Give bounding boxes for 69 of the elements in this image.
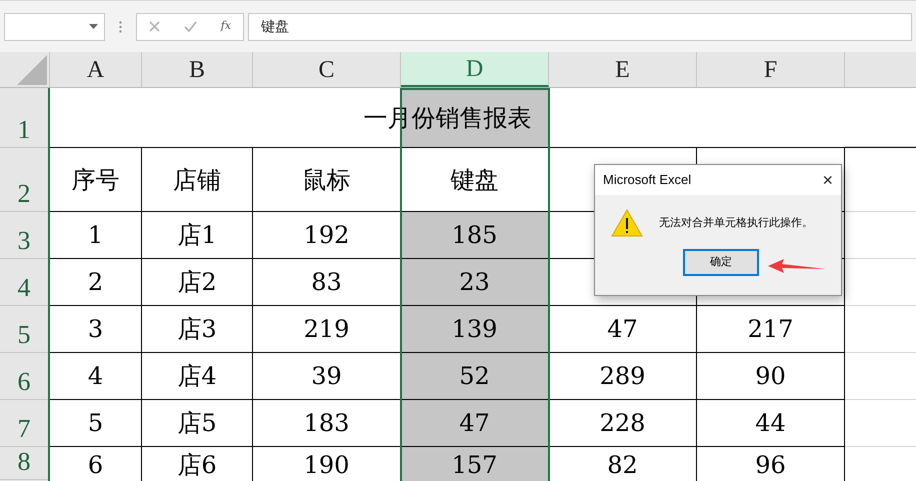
table-cell-text: 157 [452, 450, 498, 481]
arrow-annotation [768, 258, 826, 274]
selected-cell[interactable]: 23 [401, 259, 549, 306]
selected-cell[interactable]: 47 [401, 400, 549, 447]
table-cell-text: 店4 [177, 361, 217, 392]
formula-field[interactable]: 键盘 [248, 12, 912, 40]
table-cell-text: 5 [88, 408, 104, 439]
selected-cell[interactable]: 52 [401, 353, 549, 400]
table-cell-text: 店3 [177, 314, 217, 345]
close-button[interactable]: × [822, 171, 833, 189]
table-cell-text: 183 [304, 408, 350, 439]
function-button[interactable]: fx [220, 18, 232, 35]
table-cell-text: 店2 [177, 267, 217, 298]
table-cell-text: 店1 [177, 220, 217, 251]
table-cell-text: 90 [755, 361, 786, 392]
ok-button[interactable]: 确定 [683, 249, 759, 276]
dialog-message: 无法对合并单元格执行此操作。 [659, 216, 813, 231]
row-header[interactable]: 7 [18, 414, 30, 444]
table-cell-text: 店6 [177, 450, 217, 481]
dropdown-icon [89, 24, 98, 29]
column-header[interactable]: D [401, 52, 549, 87]
check-icon[interactable] [184, 21, 197, 32]
dialog-title: Microsoft Excel [603, 171, 692, 190]
table-cell-text: 289 [600, 361, 646, 392]
selected-cell[interactable]: 185 [401, 212, 549, 259]
table-cell-text: 96 [755, 450, 786, 481]
table-cell-text: 217 [748, 314, 794, 345]
column-header[interactable]: A [50, 52, 142, 87]
table-cell-text: 219 [304, 314, 350, 345]
row-header[interactable]: 6 [18, 367, 30, 397]
grip-icon [119, 20, 122, 32]
table-cell-text: 3 [88, 314, 104, 345]
cancel-icon[interactable] [148, 21, 160, 32]
table-cell-text: 228 [600, 408, 646, 439]
selected-cell[interactable]: 157 [401, 447, 549, 481]
table-cell-text: 键盘 [450, 164, 498, 196]
table-cell-text: 83 [311, 267, 342, 298]
row-header[interactable]: 3 [18, 226, 30, 256]
warning-icon [611, 209, 643, 237]
table-cell-text: 82 [607, 450, 638, 481]
table-cell-text: 44 [755, 408, 786, 439]
table-cell-text: 1 [88, 220, 104, 251]
table-cell-text: 店铺 [173, 164, 221, 196]
table-cell-text: 店5 [177, 408, 217, 439]
table-cell-text: 4 [88, 361, 104, 392]
table-cell-text: 2 [88, 267, 104, 298]
row-header[interactable]: 1 [18, 115, 30, 145]
table-cell-text: 鼠标 [302, 164, 350, 196]
selected-cell[interactable]: 139 [401, 306, 549, 353]
table-cell-text: 52 [459, 361, 490, 392]
column-header[interactable]: F [697, 52, 845, 87]
table-cell-text: 185 [452, 220, 498, 251]
select-all-icon[interactable] [17, 55, 47, 85]
row-header[interactable]: 4 [18, 273, 30, 303]
table-cell-text: 23 [459, 267, 490, 298]
table-cell-text: 47 [607, 314, 638, 345]
table-cell-text: 139 [452, 314, 498, 345]
table-cell-text: 192 [304, 220, 350, 251]
table-cell-text: 39 [311, 361, 342, 392]
row-header[interactable]: 8 [18, 447, 30, 477]
column-header[interactable]: B [142, 52, 253, 87]
column-header[interactable]: E [549, 52, 697, 87]
row-header[interactable]: 2 [18, 179, 30, 209]
table-cell-text: 序号 [72, 164, 120, 196]
name-box[interactable] [4, 12, 105, 40]
table-cell-text: 47 [459, 408, 490, 439]
table-cell-text: 6 [88, 450, 104, 481]
row-header[interactable]: 5 [18, 320, 30, 350]
table-cell-text: 190 [304, 450, 350, 481]
